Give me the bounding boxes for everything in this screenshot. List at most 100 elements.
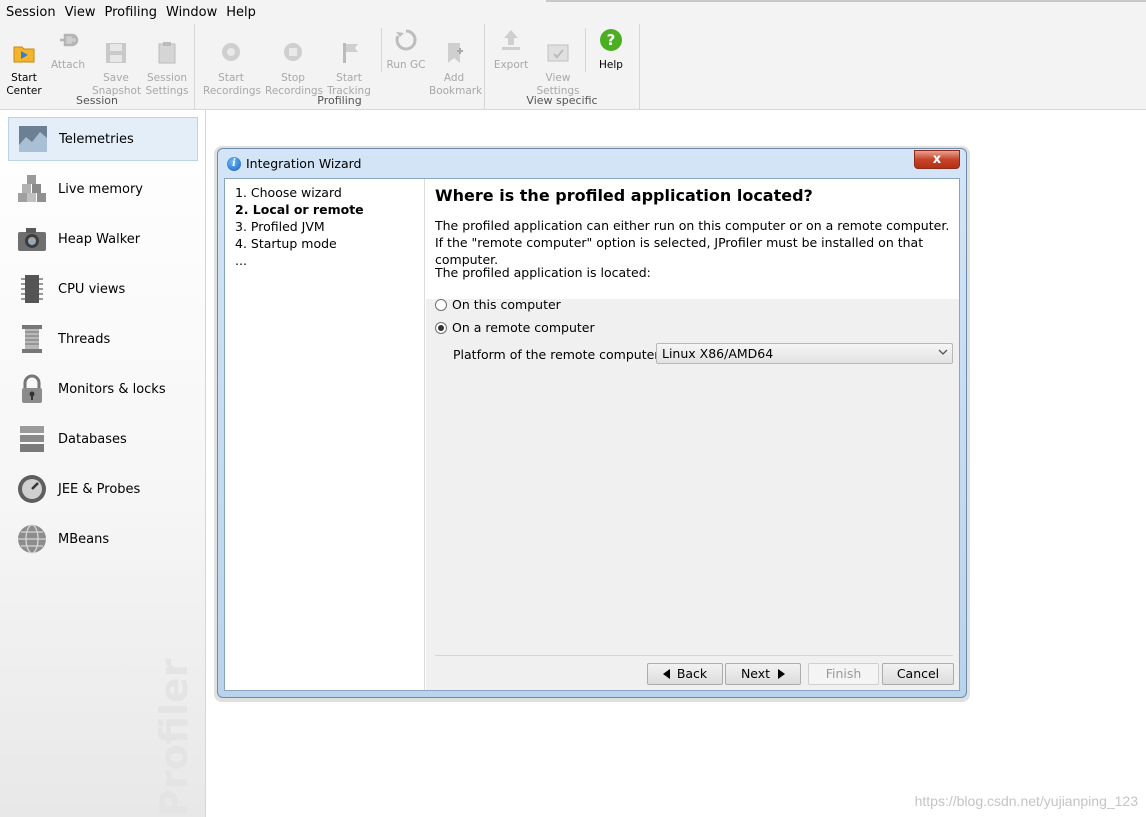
recycle-icon xyxy=(395,29,417,51)
wizard-content: Where is the profiled application locate… xyxy=(426,179,959,690)
view-settings-icon xyxy=(547,44,569,62)
wizard-step: 4. Startup mode xyxy=(235,236,337,251)
platform-select-value: Linux X86/AMD64 xyxy=(662,346,774,361)
radio-remote-computer[interactable] xyxy=(435,321,447,334)
sidebar-item-live-memory[interactable]: Live memory xyxy=(8,167,198,211)
start-tracking-button[interactable]: Start Tracking xyxy=(325,28,373,98)
sidebar-item-label: Heap Walker xyxy=(58,231,141,247)
menu-help[interactable]: Help xyxy=(222,5,260,20)
padlock-icon xyxy=(22,374,42,403)
next-button[interactable]: Next xyxy=(725,663,801,685)
view-settings-button[interactable]: View Settings xyxy=(535,28,581,98)
arrow-left-icon xyxy=(662,668,670,679)
sidebar-item-label: Monitors & locks xyxy=(58,381,166,397)
wizard-step: 1. Choose wizard xyxy=(235,185,342,200)
back-button[interactable]: Back xyxy=(647,663,723,685)
menu-window[interactable]: Window xyxy=(162,5,221,20)
toolbar-group-profiling: Start Recordings Stop Recordings Start T… xyxy=(195,24,485,110)
telemetries-icon xyxy=(19,126,47,152)
option-this-computer[interactable]: On this computer xyxy=(435,297,561,312)
dialog-title: Integration Wizard xyxy=(246,156,362,171)
source-watermark: https://blog.csdn.net/yujianping_123 xyxy=(914,793,1138,809)
help-button[interactable]: ? Help xyxy=(585,28,636,72)
option-label: On this computer xyxy=(452,297,561,312)
option-remote-computer[interactable]: On a remote computer xyxy=(435,320,595,335)
cancel-button[interactable]: Cancel xyxy=(882,663,954,685)
toolbar: Start Center Attach Save Snapshot Sessio… xyxy=(0,24,1146,110)
button-separator xyxy=(435,655,953,656)
toolbar-group-session: Start Center Attach Save Snapshot Sessio… xyxy=(0,24,195,110)
gauge-icon xyxy=(18,475,46,503)
wizard-step: 3. Profiled JVM xyxy=(235,219,325,234)
database-icon xyxy=(20,426,44,452)
chevron-down-icon xyxy=(938,349,948,355)
export-arrow-icon xyxy=(502,30,520,50)
wizard-step-more: ... xyxy=(235,253,247,268)
sidebar-item-label: Live memory xyxy=(58,181,143,197)
arrow-right-icon xyxy=(778,668,786,679)
toolbar-group-label: Profiling xyxy=(317,94,362,107)
clipboard-settings-icon xyxy=(158,42,176,64)
sidebar-item-heap-walker[interactable]: Heap Walker xyxy=(8,217,198,261)
wizard-heading: Where is the profiled application locate… xyxy=(435,186,813,205)
close-button[interactable]: x xyxy=(914,150,960,169)
wizard-steps-list: 1. Choose wizard 2. Local or remote 3. P… xyxy=(225,179,425,690)
wizard-description: The profiled application can either run … xyxy=(435,218,950,267)
cpu-chip-icon xyxy=(21,275,43,303)
sidebar-item-monitors-locks[interactable]: Monitors & locks xyxy=(8,367,198,411)
wizard-info-icon: i xyxy=(227,157,241,171)
integration-wizard-dialog: i Integration Wizard x 1. Choose wizard … xyxy=(217,148,967,698)
start-center-icon xyxy=(13,46,35,63)
toolbar-group-label: View specific xyxy=(526,94,598,107)
wizard-step-current: 2. Local or remote xyxy=(235,202,364,217)
toolbar-group-label: Session xyxy=(76,94,118,107)
option-label: On a remote computer xyxy=(452,320,595,335)
globe-icon xyxy=(18,524,46,554)
start-recordings-button[interactable]: Start Recordings xyxy=(203,28,261,98)
finish-button[interactable]: Finish xyxy=(808,663,879,685)
sidebar-item-jee-probes[interactable]: JEE & Probes xyxy=(8,467,198,511)
dialog-body: 1. Choose wizard 2. Local or remote 3. P… xyxy=(224,178,960,691)
run-gc-button[interactable]: Run GC xyxy=(381,28,428,72)
sidebar-item-cpu-views[interactable]: CPU views xyxy=(8,267,198,311)
sidebar: Telemetries Live memory Heap Walker CPU … xyxy=(0,110,206,817)
stop-recordings-icon xyxy=(284,43,302,61)
platform-label: Platform of the remote computer: xyxy=(453,347,664,362)
start-recordings-icon xyxy=(222,43,240,61)
live-memory-icon xyxy=(18,175,46,202)
sidebar-item-label: Databases xyxy=(58,431,127,447)
radio-this-computer[interactable] xyxy=(435,298,447,311)
menu-session[interactable]: Session xyxy=(2,5,60,20)
floppy-disk-icon xyxy=(106,43,126,63)
sidebar-item-label: CPU views xyxy=(58,281,126,297)
sidebar-item-threads[interactable]: Threads xyxy=(8,317,198,361)
sidebar-item-mbeans[interactable]: MBeans xyxy=(8,517,198,561)
tracking-flag-icon xyxy=(343,43,358,63)
plug-icon xyxy=(60,33,79,47)
menu-profiling[interactable]: Profiling xyxy=(100,5,161,20)
profiler-watermark: Profiler xyxy=(152,658,196,817)
threads-spool-icon xyxy=(22,325,42,353)
sidebar-item-label: Threads xyxy=(58,331,111,347)
menu-bar: Session View Profiling Window Help xyxy=(0,0,1146,24)
svg-text:?: ? xyxy=(607,31,616,49)
session-settings-button[interactable]: Session Settings xyxy=(144,28,190,98)
start-center-button[interactable]: Start Center xyxy=(4,28,44,98)
save-snapshot-button[interactable]: Save Snapshot xyxy=(92,28,141,98)
toolbar-group-view-specific: Export View Settings ? Help View specifi… xyxy=(485,24,640,110)
sidebar-item-databases[interactable]: Databases xyxy=(8,417,198,461)
bookmark-icon xyxy=(448,43,463,63)
attach-button[interactable]: Attach xyxy=(48,28,88,72)
add-bookmark-button[interactable]: Add Bookmark xyxy=(429,28,482,98)
menu-view[interactable]: View xyxy=(61,5,100,20)
sidebar-item-label: MBeans xyxy=(58,531,110,547)
platform-select[interactable]: Linux X86/AMD64 xyxy=(656,343,953,364)
sidebar-item-telemetries[interactable]: Telemetries xyxy=(8,117,198,161)
stop-recordings-button[interactable]: Stop Recordings xyxy=(265,28,323,98)
camera-icon xyxy=(18,228,46,251)
located-label: The profiled application is located: xyxy=(435,265,651,280)
export-button[interactable]: Export xyxy=(491,28,531,72)
sidebar-item-label: JEE & Probes xyxy=(58,481,141,497)
help-question-icon: ? xyxy=(600,29,622,51)
sidebar-item-label: Telemetries xyxy=(59,131,134,147)
